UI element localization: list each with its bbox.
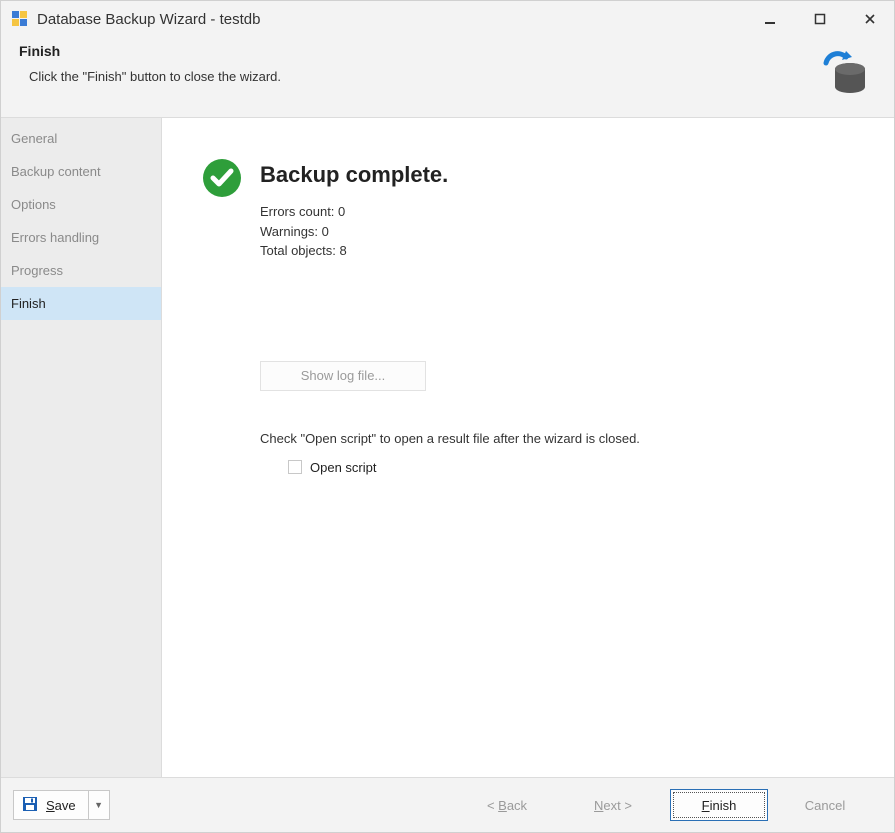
- header-text: Finish Click the "Finish" button to clos…: [19, 43, 816, 84]
- finish-label: Finish: [702, 798, 737, 813]
- sidebar-item-errors-handling[interactable]: Errors handling: [1, 221, 161, 254]
- save-button[interactable]: Save: [13, 790, 89, 820]
- chevron-down-icon: ▼: [94, 800, 103, 810]
- show-log-file-button[interactable]: Show log file...: [260, 361, 426, 391]
- status-heading: Backup complete.: [260, 162, 640, 188]
- back-label: < Back: [487, 798, 527, 813]
- warnings-value: 0: [322, 224, 329, 239]
- save-label: Save: [46, 798, 76, 813]
- objects-value: 8: [340, 243, 347, 258]
- maximize-icon[interactable]: [808, 7, 832, 31]
- success-check-icon: [202, 158, 242, 198]
- app-icon: [11, 10, 29, 28]
- close-icon[interactable]: [858, 7, 882, 31]
- back-button[interactable]: < Back: [458, 789, 556, 821]
- sidebar-item-progress[interactable]: Progress: [1, 254, 161, 287]
- content-pane: Backup complete. Errors count: 0 Warning…: [162, 118, 894, 777]
- sidebar-item-backup-content[interactable]: Backup content: [1, 155, 161, 188]
- wizard-body: General Backup content Options Errors ha…: [1, 118, 894, 777]
- database-refresh-icon: [816, 43, 872, 99]
- open-script-row: Open script: [288, 460, 640, 475]
- status-row: Backup complete. Errors count: 0 Warning…: [202, 158, 864, 475]
- page-subtitle: Click the "Finish" button to close the w…: [29, 69, 816, 84]
- open-script-hint: Check "Open script" to open a result fil…: [260, 431, 640, 446]
- wizard-footer: Save ▼ < Back Next > Finish Cancel: [1, 777, 894, 832]
- sidebar-item-finish[interactable]: Finish: [1, 287, 161, 320]
- errors-line: Errors count: 0: [260, 202, 640, 222]
- next-button[interactable]: Next >: [564, 789, 662, 821]
- objects-label: Total objects:: [260, 243, 336, 258]
- wizard-window: Database Backup Wizard - testdb Finish C…: [0, 0, 895, 833]
- minimize-icon[interactable]: [758, 7, 782, 31]
- save-button-group: Save ▼: [13, 790, 110, 820]
- sidebar-item-general[interactable]: General: [1, 122, 161, 155]
- page-title: Finish: [19, 43, 816, 59]
- status-stats: Errors count: 0 Warnings: 0 Total object…: [260, 202, 640, 261]
- sidebar-item-options[interactable]: Options: [1, 188, 161, 221]
- warnings-label: Warnings:: [260, 224, 318, 239]
- wizard-header: Finish Click the "Finish" button to clos…: [1, 37, 894, 118]
- save-icon: [22, 796, 38, 815]
- open-script-checkbox[interactable]: [288, 460, 302, 474]
- next-label: Next >: [594, 798, 632, 813]
- title-bar: Database Backup Wizard - testdb: [1, 1, 894, 37]
- save-dropdown-caret[interactable]: ▼: [89, 790, 110, 820]
- objects-line: Total objects: 8: [260, 241, 640, 261]
- warnings-line: Warnings: 0: [260, 222, 640, 242]
- window-controls: [758, 7, 886, 31]
- sidebar: General Backup content Options Errors ha…: [1, 118, 162, 777]
- open-script-label: Open script: [310, 460, 376, 475]
- cancel-label: Cancel: [805, 798, 845, 813]
- errors-label: Errors count:: [260, 204, 334, 219]
- status-text: Backup complete. Errors count: 0 Warning…: [260, 158, 640, 475]
- finish-button[interactable]: Finish: [670, 789, 768, 821]
- cancel-button[interactable]: Cancel: [776, 789, 874, 821]
- errors-value: 0: [338, 204, 345, 219]
- window-title: Database Backup Wizard - testdb: [37, 11, 758, 28]
